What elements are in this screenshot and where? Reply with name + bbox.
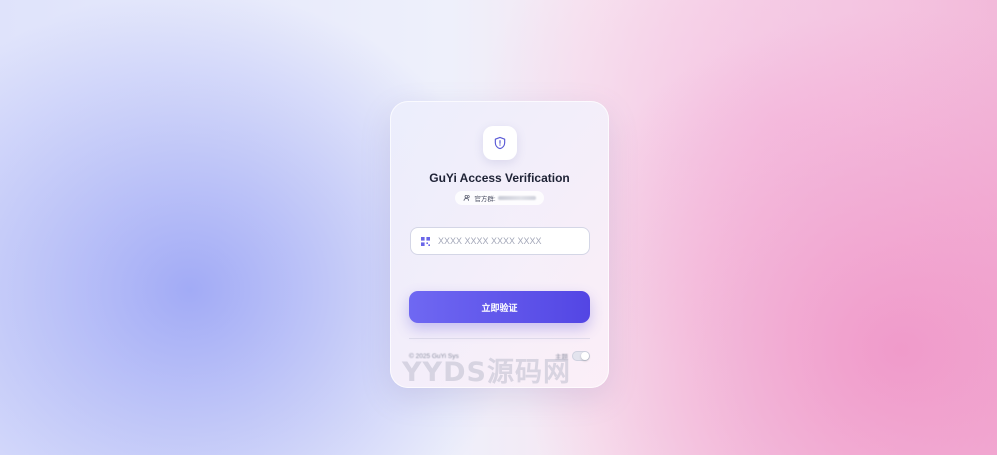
watermark-text: YYDS源码网 xyxy=(402,357,571,388)
users-icon xyxy=(464,195,471,201)
verification-card: GuYi Access Verification 官方群: 立即验证 © 202… xyxy=(390,101,609,388)
theme-toggle[interactable] xyxy=(572,351,590,361)
shield-icon xyxy=(494,136,506,150)
qr-code-icon xyxy=(421,236,430,246)
official-group-badge[interactable]: 官方群: xyxy=(455,191,544,205)
footer-divider xyxy=(409,338,590,339)
logo-badge xyxy=(483,126,517,160)
group-number-redacted xyxy=(497,196,536,200)
toggle-knob xyxy=(581,352,589,360)
page-title: GuYi Access Verification xyxy=(429,171,570,185)
access-code-field[interactable] xyxy=(410,227,590,255)
verify-button[interactable]: 立即验证 xyxy=(409,291,590,323)
group-label: 官方群: xyxy=(474,196,496,203)
access-code-input[interactable] xyxy=(438,236,568,246)
